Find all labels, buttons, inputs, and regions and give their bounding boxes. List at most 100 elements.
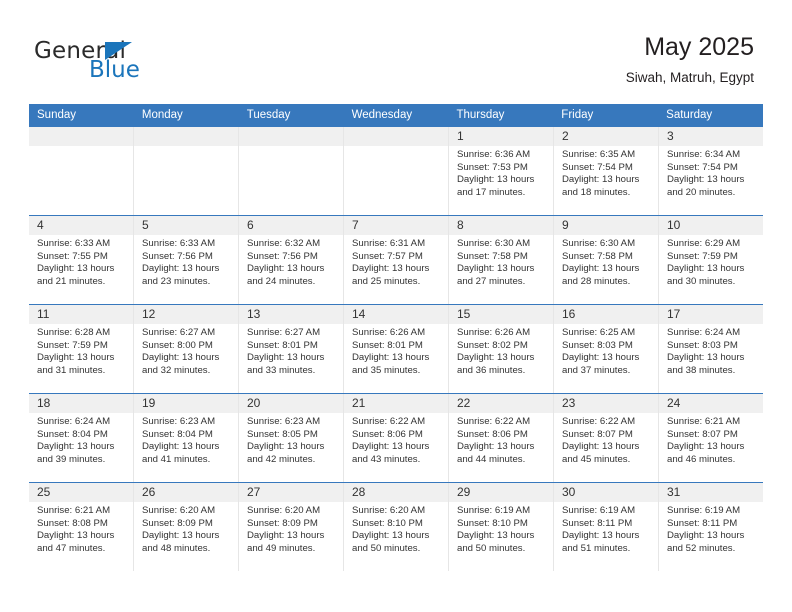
day-number-band: 22 bbox=[449, 394, 553, 413]
daylight-text-line1: Daylight: 13 hours bbox=[142, 263, 220, 275]
daylight-text-line1: Daylight: 13 hours bbox=[247, 441, 325, 453]
day-cell[interactable]: 12 Sunrise: 6:27 AM Sunset: 8:00 PM Dayl… bbox=[134, 305, 239, 393]
week-row: 4 Sunrise: 6:33 AM Sunset: 7:55 PM Dayli… bbox=[29, 215, 763, 304]
sunset-text: Sunset: 7:55 PM bbox=[37, 250, 108, 262]
day-info: Sunrise: 6:24 AM Sunset: 8:04 PM Dayligh… bbox=[29, 413, 133, 466]
daylight-text-line2: and 51 minutes. bbox=[562, 542, 631, 554]
day-cell[interactable]: 29 Sunrise: 6:19 AM Sunset: 8:10 PM Dayl… bbox=[449, 483, 554, 571]
daylight-text-line2: and 33 minutes. bbox=[247, 364, 316, 376]
daylight-text-line2: and 27 minutes. bbox=[457, 275, 526, 287]
day-cell[interactable]: 2 Sunrise: 6:35 AM Sunset: 7:54 PM Dayli… bbox=[554, 127, 659, 215]
day-cell[interactable] bbox=[239, 127, 344, 215]
day-number-band: 13 bbox=[239, 305, 343, 324]
sunrise-text: Sunrise: 6:20 AM bbox=[247, 505, 321, 516]
day-number: 29 bbox=[457, 485, 471, 499]
sunrise-text: Sunrise: 6:22 AM bbox=[352, 416, 426, 427]
daylight-text-line1: Daylight: 13 hours bbox=[667, 174, 745, 186]
logo-text-blue: Blue bbox=[89, 57, 140, 83]
day-cell[interactable]: 31 Sunrise: 6:19 AM Sunset: 8:11 PM Dayl… bbox=[659, 483, 763, 571]
day-number: 6 bbox=[247, 218, 254, 232]
day-cell[interactable]: 26 Sunrise: 6:20 AM Sunset: 8:09 PM Dayl… bbox=[134, 483, 239, 571]
day-cell[interactable] bbox=[344, 127, 449, 215]
day-cell[interactable]: 14 Sunrise: 6:26 AM Sunset: 8:01 PM Dayl… bbox=[344, 305, 449, 393]
sunset-text: Sunset: 8:07 PM bbox=[562, 428, 633, 440]
day-cell[interactable]: 5 Sunrise: 6:33 AM Sunset: 7:56 PM Dayli… bbox=[134, 216, 239, 304]
day-cell[interactable]: 25 Sunrise: 6:21 AM Sunset: 8:08 PM Dayl… bbox=[29, 483, 134, 571]
sunrise-text: Sunrise: 6:25 AM bbox=[562, 327, 636, 338]
day-cell[interactable]: 13 Sunrise: 6:27 AM Sunset: 8:01 PM Dayl… bbox=[239, 305, 344, 393]
day-number: 15 bbox=[457, 307, 471, 321]
daylight-text-line1: Daylight: 13 hours bbox=[562, 174, 640, 186]
sunset-text: Sunset: 8:07 PM bbox=[667, 428, 738, 440]
day-cell[interactable] bbox=[29, 127, 134, 215]
day-cell[interactable]: 10 Sunrise: 6:29 AM Sunset: 7:59 PM Dayl… bbox=[659, 216, 763, 304]
day-number bbox=[29, 129, 37, 143]
day-number: 4 bbox=[37, 218, 44, 232]
daylight-text-line2: and 36 minutes. bbox=[457, 364, 526, 376]
day-cell[interactable]: 15 Sunrise: 6:26 AM Sunset: 8:02 PM Dayl… bbox=[449, 305, 554, 393]
day-cell[interactable]: 23 Sunrise: 6:22 AM Sunset: 8:07 PM Dayl… bbox=[554, 394, 659, 482]
daylight-text-line2: and 21 minutes. bbox=[37, 275, 106, 287]
day-cell[interactable]: 21 Sunrise: 6:22 AM Sunset: 8:06 PM Dayl… bbox=[344, 394, 449, 482]
day-info: Sunrise: 6:22 AM Sunset: 8:06 PM Dayligh… bbox=[344, 413, 448, 466]
daylight-text-line1: Daylight: 13 hours bbox=[562, 352, 640, 364]
day-cell[interactable]: 27 Sunrise: 6:20 AM Sunset: 8:09 PM Dayl… bbox=[239, 483, 344, 571]
day-cell[interactable]: 6 Sunrise: 6:32 AM Sunset: 7:56 PM Dayli… bbox=[239, 216, 344, 304]
sunrise-text: Sunrise: 6:19 AM bbox=[457, 505, 531, 516]
day-cell[interactable]: 24 Sunrise: 6:21 AM Sunset: 8:07 PM Dayl… bbox=[659, 394, 763, 482]
general-blue-logo[interactable]: General Blue bbox=[34, 38, 214, 84]
sunrise-text: Sunrise: 6:23 AM bbox=[247, 416, 321, 427]
day-cell[interactable]: 16 Sunrise: 6:25 AM Sunset: 8:03 PM Dayl… bbox=[554, 305, 659, 393]
day-cell[interactable]: 18 Sunrise: 6:24 AM Sunset: 8:04 PM Dayl… bbox=[29, 394, 134, 482]
weekday-header-saturday: Saturday bbox=[666, 109, 713, 121]
day-info: Sunrise: 6:22 AM Sunset: 8:07 PM Dayligh… bbox=[554, 413, 658, 466]
day-cell[interactable]: 1 Sunrise: 6:36 AM Sunset: 7:53 PM Dayli… bbox=[449, 127, 554, 215]
day-cell[interactable]: 28 Sunrise: 6:20 AM Sunset: 8:10 PM Dayl… bbox=[344, 483, 449, 571]
weekday-header-monday: Monday bbox=[141, 109, 183, 121]
day-number: 5 bbox=[142, 218, 149, 232]
day-number: 18 bbox=[37, 396, 51, 410]
day-cell[interactable]: 17 Sunrise: 6:24 AM Sunset: 8:03 PM Dayl… bbox=[659, 305, 763, 393]
day-cell[interactable] bbox=[134, 127, 239, 215]
daylight-text-line1: Daylight: 13 hours bbox=[247, 263, 325, 275]
daylight-text-line2: and 39 minutes. bbox=[37, 453, 106, 465]
day-cell[interactable]: 20 Sunrise: 6:23 AM Sunset: 8:05 PM Dayl… bbox=[239, 394, 344, 482]
day-number-band bbox=[344, 127, 448, 146]
day-info: Sunrise: 6:35 AM Sunset: 7:54 PM Dayligh… bbox=[554, 146, 658, 199]
sunrise-text: Sunrise: 6:28 AM bbox=[37, 327, 111, 338]
daylight-text-line1: Daylight: 13 hours bbox=[352, 441, 430, 453]
day-number: 12 bbox=[142, 307, 156, 321]
sunset-text: Sunset: 7:53 PM bbox=[457, 161, 528, 173]
daylight-text-line1: Daylight: 13 hours bbox=[142, 441, 220, 453]
day-info: Sunrise: 6:19 AM Sunset: 8:11 PM Dayligh… bbox=[659, 502, 763, 555]
sunrise-text: Sunrise: 6:22 AM bbox=[457, 416, 531, 427]
day-info: Sunrise: 6:36 AM Sunset: 7:53 PM Dayligh… bbox=[449, 146, 553, 199]
day-number-band: 4 bbox=[29, 216, 133, 235]
day-cell[interactable]: 3 Sunrise: 6:34 AM Sunset: 7:54 PM Dayli… bbox=[659, 127, 763, 215]
day-cell[interactable]: 8 Sunrise: 6:30 AM Sunset: 7:58 PM Dayli… bbox=[449, 216, 554, 304]
day-cell[interactable]: 19 Sunrise: 6:23 AM Sunset: 8:04 PM Dayl… bbox=[134, 394, 239, 482]
daylight-text-line1: Daylight: 13 hours bbox=[457, 263, 535, 275]
day-cell[interactable]: 11 Sunrise: 6:28 AM Sunset: 7:59 PM Dayl… bbox=[29, 305, 134, 393]
sunset-text: Sunset: 8:01 PM bbox=[247, 339, 318, 351]
sunrise-text: Sunrise: 6:24 AM bbox=[37, 416, 111, 427]
day-number-band: 23 bbox=[554, 394, 658, 413]
weekday-header-wednesday: Wednesday bbox=[351, 109, 413, 121]
day-number: 11 bbox=[37, 307, 50, 321]
daylight-text-line1: Daylight: 13 hours bbox=[667, 530, 745, 542]
day-cell[interactable]: 30 Sunrise: 6:19 AM Sunset: 8:11 PM Dayl… bbox=[554, 483, 659, 571]
day-cell[interactable]: 4 Sunrise: 6:33 AM Sunset: 7:55 PM Dayli… bbox=[29, 216, 134, 304]
sunrise-text: Sunrise: 6:30 AM bbox=[562, 238, 636, 249]
day-info: Sunrise: 6:29 AM Sunset: 7:59 PM Dayligh… bbox=[659, 235, 763, 288]
day-number-band: 19 bbox=[134, 394, 238, 413]
day-number: 20 bbox=[247, 396, 261, 410]
day-info: Sunrise: 6:22 AM Sunset: 8:06 PM Dayligh… bbox=[449, 413, 553, 466]
day-cell[interactable]: 9 Sunrise: 6:30 AM Sunset: 7:58 PM Dayli… bbox=[554, 216, 659, 304]
sunset-text: Sunset: 7:58 PM bbox=[562, 250, 633, 262]
sunset-text: Sunset: 8:05 PM bbox=[247, 428, 318, 440]
day-number bbox=[134, 129, 142, 143]
day-cell[interactable]: 22 Sunrise: 6:22 AM Sunset: 8:06 PM Dayl… bbox=[449, 394, 554, 482]
daylight-text-line2: and 38 minutes. bbox=[667, 364, 736, 376]
day-cell[interactable]: 7 Sunrise: 6:31 AM Sunset: 7:57 PM Dayli… bbox=[344, 216, 449, 304]
daylight-text-line1: Daylight: 13 hours bbox=[37, 530, 115, 542]
